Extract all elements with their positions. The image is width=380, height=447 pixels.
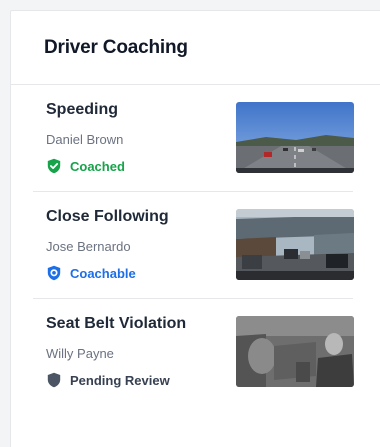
traffic-dashcam-thumbnail[interactable] xyxy=(236,209,354,280)
shield-check-icon xyxy=(46,158,62,174)
status-label: Coached xyxy=(70,158,125,174)
status-badge: Pending Review xyxy=(46,372,170,388)
card-title: Driver Coaching xyxy=(44,36,188,58)
driver-name: Jose Bernardo xyxy=(46,239,131,254)
card-header: Driver Coaching xyxy=(11,11,380,85)
shield-dot-icon xyxy=(46,265,62,281)
driver-coaching-card: Driver Coaching Speeding Daniel Brown Co… xyxy=(10,10,380,447)
status-label: Coachable xyxy=(70,265,136,281)
event-title: Close Following xyxy=(46,208,169,225)
shield-icon xyxy=(46,372,62,388)
coaching-event-item-seat-belt-violation[interactable]: Seat Belt Violation Willy Payne Pending … xyxy=(33,299,354,405)
event-title: Seat Belt Violation xyxy=(46,315,187,332)
status-badge: Coached xyxy=(46,158,125,174)
status-badge: Coachable xyxy=(46,265,136,281)
driver-name: Willy Payne xyxy=(46,346,114,361)
cabin-camera-thumbnail[interactable] xyxy=(236,316,354,387)
highway-dashcam-thumbnail[interactable] xyxy=(236,102,354,173)
driver-name: Daniel Brown xyxy=(46,132,124,147)
coaching-event-item-close-following[interactable]: Close Following Jose Bernardo Coachable xyxy=(33,192,354,298)
event-title: Speeding xyxy=(46,101,119,118)
status-label: Pending Review xyxy=(70,372,170,388)
coaching-event-item-speeding[interactable]: Speeding Daniel Brown Coached xyxy=(33,85,354,191)
